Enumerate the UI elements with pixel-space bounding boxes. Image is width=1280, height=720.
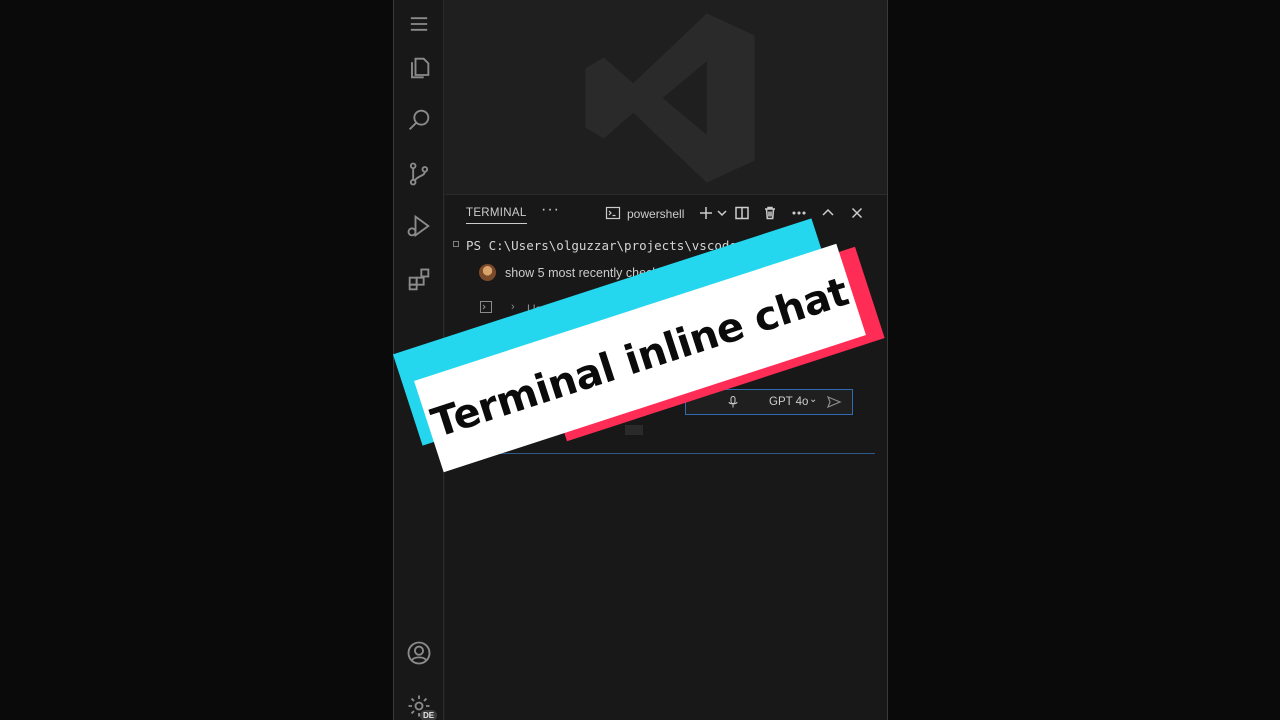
vscode-window: DE TERMINAL ··· powershell PS C:\Users\o…	[393, 0, 888, 720]
shell-name[interactable]: powershell	[627, 207, 684, 221]
menu-icon[interactable]	[403, 8, 435, 40]
editor-area	[445, 0, 887, 194]
chevron-right-icon[interactable]: ›	[511, 301, 515, 313]
settings-badge: DE	[420, 710, 438, 720]
command-decoration[interactable]	[453, 241, 459, 247]
chat-input-box[interactable]: GPT 4o ⌄	[685, 389, 853, 415]
source-control-icon[interactable]	[403, 158, 435, 190]
trash-icon[interactable]	[761, 204, 779, 222]
chevron-down-icon[interactable]	[713, 204, 731, 222]
chat-status-indicator	[625, 425, 643, 435]
microphone-icon[interactable]	[726, 395, 740, 409]
more-actions-icon[interactable]	[790, 204, 808, 222]
vscode-logo-icon	[585, 13, 755, 183]
close-icon[interactable]	[848, 204, 866, 222]
terminal-panel: TERMINAL ··· powershell PS C:\Users\olgu…	[445, 194, 887, 720]
maximize-panel-chevron-up-icon[interactable]	[819, 204, 837, 222]
terminal-inline-chat: show 5 most recently checked › Used 1 GP…	[455, 255, 875, 454]
avatar	[479, 264, 496, 281]
send-icon[interactable]	[826, 394, 842, 410]
terminal-reference-icon	[480, 301, 492, 313]
tab-terminal[interactable]: TERMINAL	[466, 207, 527, 224]
account-icon[interactable]	[403, 637, 435, 669]
used-references-toggle[interactable]: Used 1	[527, 302, 565, 316]
panel-header: TERMINAL ··· powershell	[445, 195, 887, 231]
activity-bar: DE	[394, 0, 444, 720]
search-icon[interactable]	[403, 104, 435, 136]
chat-user-query: show 5 most recently checked	[505, 266, 673, 280]
extensions-icon[interactable]	[403, 264, 435, 296]
terminal-shell-icon	[605, 206, 621, 220]
chevron-down-icon[interactable]: ⌄	[809, 394, 817, 405]
split-terminal-icon[interactable]	[733, 204, 751, 222]
panel-more-tabs-button[interactable]: ···	[541, 201, 560, 219]
files-icon[interactable]	[403, 52, 435, 84]
run-debug-icon[interactable]	[403, 210, 435, 242]
model-picker[interactable]: GPT 4o	[769, 396, 808, 408]
terminal-prompt[interactable]: PS C:\Users\olguzzar\projects\vscode>	[466, 238, 744, 253]
